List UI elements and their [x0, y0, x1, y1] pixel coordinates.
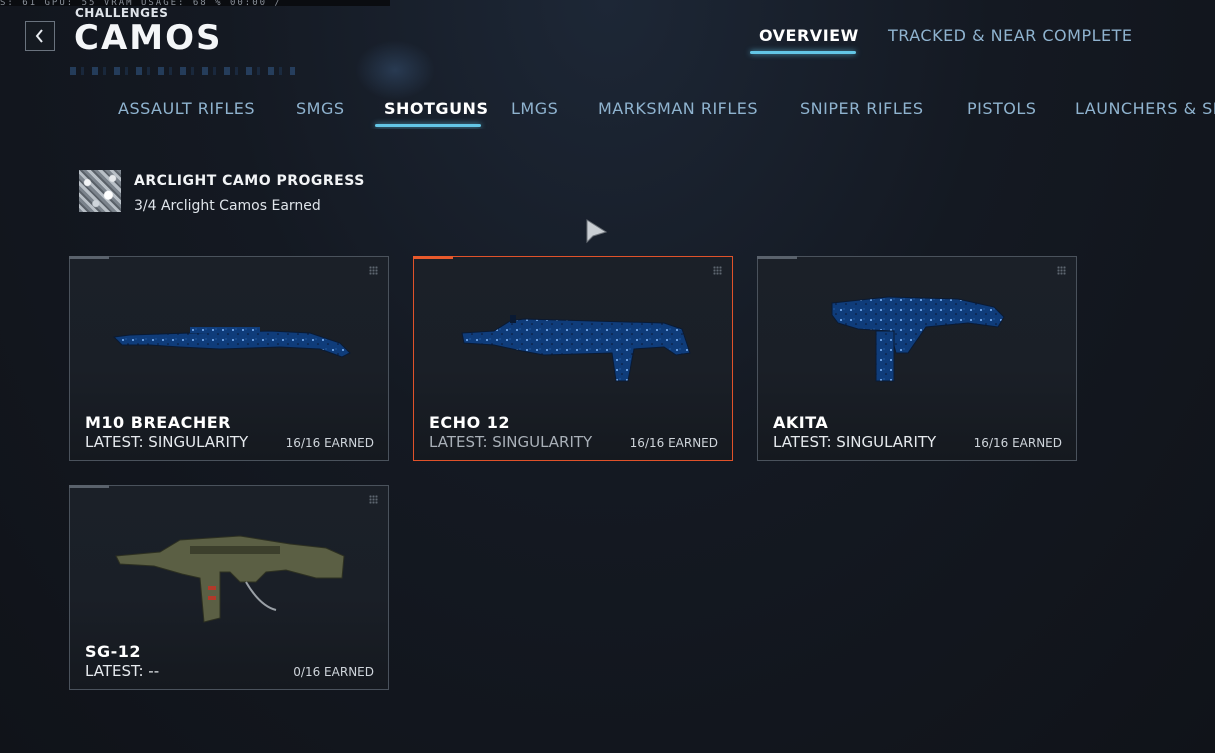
- tab-pistols[interactable]: PISTOLS: [967, 99, 1036, 118]
- tab-overview-underline: [750, 51, 856, 54]
- tab-overview[interactable]: OVERVIEW: [759, 26, 859, 45]
- weapon-earned-count: 16/16 EARNED: [973, 436, 1062, 450]
- weapon-name: SG-12: [85, 642, 142, 661]
- tab-assault-rifles[interactable]: ASSAULT RIFLES: [118, 99, 255, 118]
- weapon-latest-camo: LATEST: SINGULARITY: [773, 433, 937, 451]
- tab-shotguns-underline: [375, 124, 481, 127]
- weapon-card-akita[interactable]: AKITA LATEST: SINGULARITY 16/16 EARNED: [757, 256, 1077, 461]
- tab-launchers-special[interactable]: LAUNCHERS & SPECIAL: [1075, 99, 1215, 118]
- progress-title: ARCLIGHT CAMO PROGRESS: [134, 173, 365, 189]
- top-tab-bar: OVERVIEW TRACKED & NEAR COMPLETE: [0, 26, 1215, 56]
- tab-marksman-rifles[interactable]: MARKSMAN RIFLES: [598, 99, 758, 118]
- tab-sniper-rifles[interactable]: SNIPER RIFLES: [800, 99, 924, 118]
- performance-overlay: S: 61 GPU: 55 VRAM USAGE: 68 % 00:00 /: [0, 0, 390, 6]
- weapon-card-echo-12[interactable]: ECHO 12 LATEST: SINGULARITY 16/16 EARNED: [413, 256, 733, 461]
- tab-lmgs[interactable]: LMGS: [511, 99, 558, 118]
- tab-smgs[interactable]: SMGS: [296, 99, 345, 118]
- weapon-earned-count: 16/16 EARNED: [285, 436, 374, 450]
- weapon-latest-camo: LATEST: SINGULARITY: [429, 433, 593, 451]
- sg-12-shotgun-icon: [115, 535, 345, 623]
- weapon-category-tabs: ASSAULT RIFLES SMGS SHOTGUNS LMGS MARKSM…: [0, 99, 1215, 129]
- title-decoration: [70, 67, 295, 75]
- weapon-earned-count: 16/16 EARNED: [629, 436, 718, 450]
- arclight-camo-swatch: [79, 170, 121, 212]
- weapon-name: ECHO 12: [429, 413, 510, 432]
- weapon-latest-camo: LATEST: --: [85, 662, 160, 680]
- weapon-latest-camo: LATEST: SINGULARITY: [85, 433, 249, 451]
- progress-subtitle: 3/4 Arclight Camos Earned: [134, 198, 321, 214]
- akita-shotgun-icon: [831, 296, 1005, 382]
- echo-12-shotgun-icon: [461, 315, 691, 382]
- weapon-card-m10-breacher[interactable]: M10 BREACHER LATEST: SINGULARITY 16/16 E…: [69, 256, 389, 461]
- m10-breacher-shotgun-icon: [112, 327, 351, 358]
- mouse-cursor-icon: [586, 219, 608, 244]
- weapon-name: M10 BREACHER: [85, 413, 231, 432]
- tab-shotguns[interactable]: SHOTGUNS: [384, 99, 488, 118]
- weapon-earned-count: 0/16 EARNED: [293, 665, 374, 679]
- weapon-card-sg-12[interactable]: SG-12 LATEST: -- 0/16 EARNED: [69, 485, 389, 690]
- tab-tracked-near-complete[interactable]: TRACKED & NEAR COMPLETE: [888, 26, 1133, 45]
- weapon-name: AKITA: [773, 413, 829, 432]
